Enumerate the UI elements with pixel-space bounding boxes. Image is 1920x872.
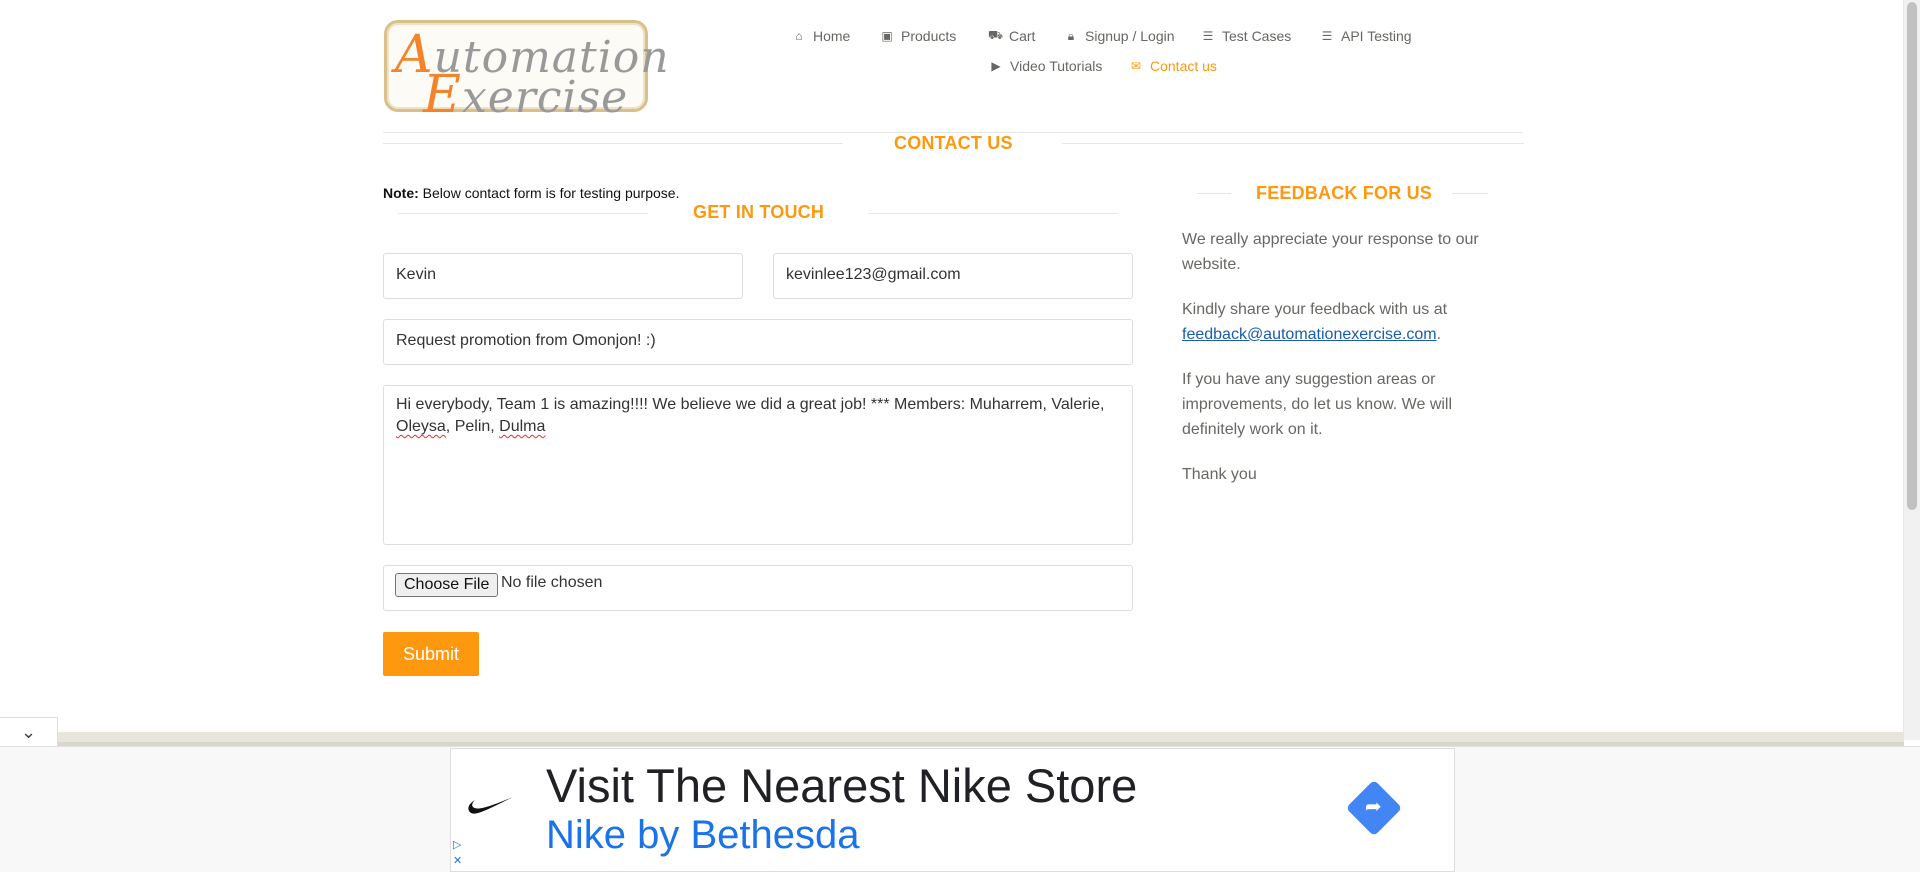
nav-cart[interactable]: ⛟ Cart <box>988 28 1035 44</box>
nav-api-testing[interactable]: ☰ API Testing <box>1320 28 1412 44</box>
file-status: No file chosen <box>501 574 603 591</box>
heading-rule-right <box>1452 193 1488 194</box>
subject-field[interactable]: Request promotion from Omonjon! :) <box>383 319 1133 365</box>
submit-button[interactable]: Submit <box>383 632 479 676</box>
page: Automation Exercise ⌂ Home ▣ Products ⛟ … <box>0 0 1920 872</box>
nav-home[interactable]: ⌂ Home <box>792 28 850 44</box>
feedback-paragraph: If you have any suggestion areas or impr… <box>1182 371 1453 438</box>
feedback-paragraph: Kindly share your feedback with us at fe… <box>1182 301 1448 343</box>
adchoices-icon[interactable]: ▷ <box>453 838 461 851</box>
get-in-touch-heading: GET IN TOUCH <box>693 202 825 222</box>
chevron-down-icon: ⌄ <box>20 721 37 742</box>
briefcase-icon: ▣ <box>881 29 893 43</box>
cart-icon: ⛟ <box>988 28 1004 42</box>
nav-contact-us[interactable]: ✉ Contact us <box>1129 58 1217 74</box>
nav-signup-login[interactable]: 🔒︎ Signup / Login <box>1064 28 1175 44</box>
feedback-paragraph: We really appreciate your response to ou… <box>1182 231 1479 273</box>
ad-title[interactable]: Visit The Nearest Nike Store <box>546 758 1137 813</box>
scrollbar-thumb[interactable] <box>1907 2 1917 510</box>
contact-us-heading: CONTACT US <box>894 133 1013 153</box>
home-icon: ⌂ <box>795 29 803 43</box>
scrollbar[interactable] <box>1903 0 1920 740</box>
feedback-thanks: Thank you <box>1182 466 1257 483</box>
feedback-email-link[interactable]: feedback@automationexercise.com <box>1182 326 1437 343</box>
footer-strip <box>58 732 1904 742</box>
heading-rule-left <box>398 213 648 214</box>
nav-products[interactable]: ▣ Products <box>880 28 956 44</box>
lock-icon: 🔒︎ <box>1067 28 1075 43</box>
heading-rule-left <box>1197 193 1231 194</box>
youtube-play-icon: ▶ <box>991 59 1001 73</box>
feedback-heading: FEEDBACK FOR US <box>1256 183 1433 203</box>
heading-rule-right <box>868 213 1118 214</box>
nike-swoosh-icon <box>468 797 513 814</box>
list-icon: ☰ <box>1321 29 1333 43</box>
nav-video-tutorials[interactable]: ▶ Video Tutorials <box>989 58 1102 74</box>
message-textarea[interactable]: Hi everybody, Team 1 is amazing!!!! We b… <box>383 385 1133 545</box>
ad-close-icon[interactable]: ✕ <box>453 854 462 867</box>
site-logo[interactable]: Automation Exercise <box>384 20 669 125</box>
ad-subtitle[interactable]: Nike by Bethesda <box>546 813 860 858</box>
heading-rule-left <box>383 143 843 144</box>
name-field[interactable]: Kevin <box>383 253 743 299</box>
list-icon: ☰ <box>1202 29 1214 43</box>
email-field[interactable]: kevinlee123@gmail.com <box>773 253 1133 299</box>
choose-file-button[interactable]: Choose File <box>395 573 499 597</box>
ad-collapse-button[interactable]: ⌄ <box>0 717 58 746</box>
heading-rule-right <box>1062 143 1524 144</box>
form-note: Note: Below contact form is for testing … <box>383 185 680 201</box>
nav-test-cases[interactable]: ☰ Test Cases <box>1201 28 1292 44</box>
envelope-icon: ✉ <box>1130 59 1142 73</box>
